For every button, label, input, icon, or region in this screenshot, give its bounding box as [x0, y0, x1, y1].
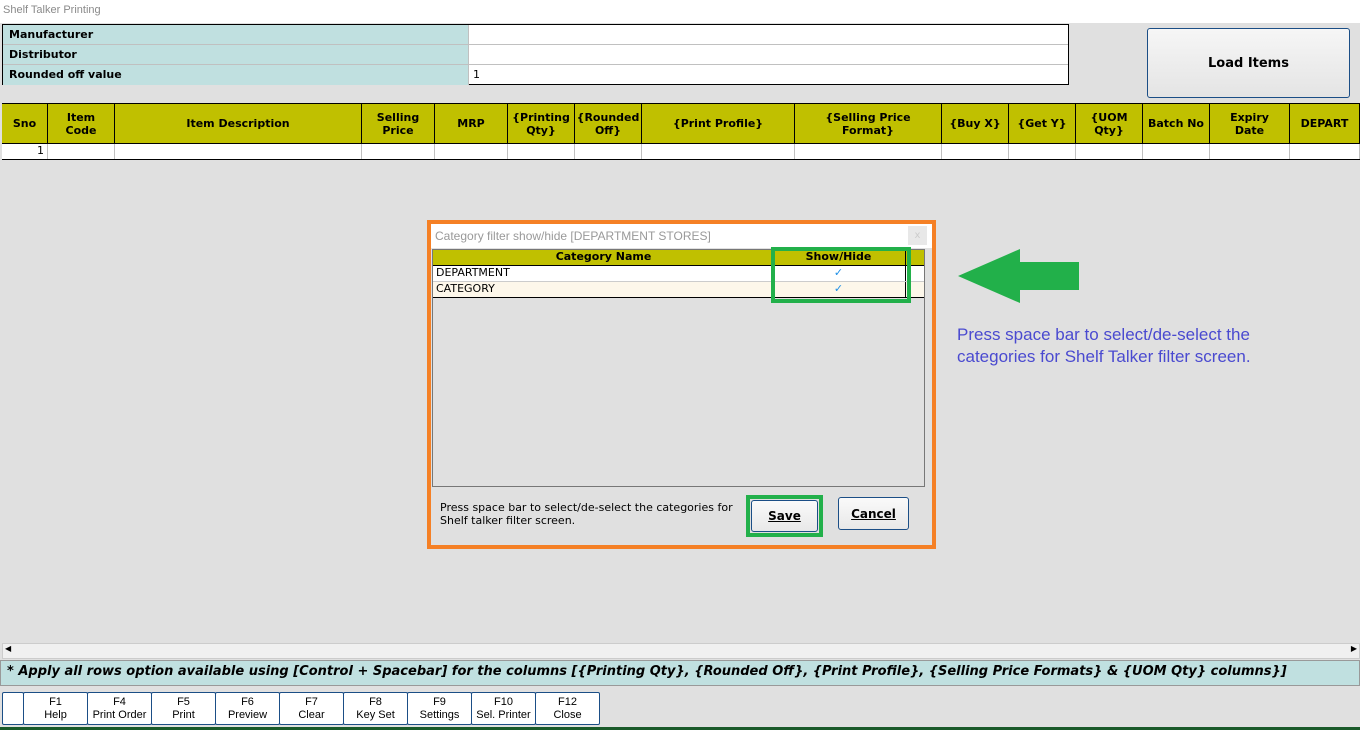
grid-cell[interactable]	[435, 144, 508, 159]
grid-cell[interactable]	[795, 144, 942, 159]
grid-cell[interactable]	[115, 144, 362, 159]
fkey-key: F5	[177, 696, 190, 708]
apply-all-note: * Apply all rows option available using …	[0, 660, 1360, 686]
fkey-f8-button[interactable]: F8 Key Set	[343, 692, 408, 725]
column-header[interactable]: {Get Y}	[1009, 104, 1076, 143]
fkey-label: Preview	[227, 709, 268, 721]
fkey-label: Key Set	[356, 709, 395, 721]
column-header[interactable]: {UOM Qty}	[1076, 104, 1143, 143]
grid-cell[interactable]	[362, 144, 435, 159]
grid-cell[interactable]	[1076, 144, 1143, 159]
function-key-bar: F1 Help F4 Print Order F5 Print F6 Preview F7 Cle…	[2, 692, 600, 725]
grid-cell[interactable]	[1009, 144, 1076, 159]
distributor-field[interactable]	[469, 45, 1068, 64]
column-header[interactable]: {Rounded Off}	[575, 104, 642, 143]
form-row-distributor: Distributor	[3, 45, 1068, 65]
fkey-f6-button[interactable]: F6 Preview	[215, 692, 280, 725]
filter-form: Manufacturer Distributor Rounded off val…	[2, 24, 1069, 85]
window-title: Shelf Talker Printing	[0, 0, 1360, 23]
scroll-right-icon[interactable]: ▶	[1351, 644, 1357, 653]
form-row-manufacturer: Manufacturer	[3, 25, 1068, 45]
grid-cell[interactable]	[642, 144, 795, 159]
column-header[interactable]: Selling Price	[362, 104, 435, 143]
category-filter-dialog: Category filter show/hide [DEPARTMENT ST…	[427, 220, 936, 549]
fkey-f4-button[interactable]: F4 Print Order	[87, 692, 152, 725]
close-icon[interactable]: x	[908, 226, 927, 245]
manufacturer-field[interactable]	[469, 25, 1068, 44]
fkey-key: F9	[433, 696, 446, 708]
grid-cell[interactable]	[942, 144, 1009, 159]
fkey-label: Print	[172, 709, 195, 721]
column-header[interactable]: DEPART	[1290, 104, 1360, 143]
form-row-rounded: Rounded off value 1	[3, 65, 1068, 85]
save-button[interactable]: Save	[751, 500, 818, 532]
rounded-off-field[interactable]: 1	[469, 65, 1068, 85]
cancel-button[interactable]: Cancel	[838, 497, 909, 530]
grid-cell[interactable]	[48, 144, 115, 159]
grid-cell[interactable]: 1	[2, 144, 48, 159]
arrow-left-icon	[958, 249, 1079, 303]
column-header[interactable]: Sno	[2, 104, 48, 143]
column-header[interactable]: {Selling Price Format}	[795, 104, 942, 143]
fkey-label: Help	[44, 709, 67, 721]
fkey-f5-button[interactable]: F5 Print	[151, 692, 216, 725]
column-header[interactable]: Batch No	[1143, 104, 1210, 143]
fkey-key: F6	[241, 696, 254, 708]
category-name: DEPARTMENT	[436, 266, 510, 279]
distributor-label: Distributor	[3, 45, 469, 64]
column-header[interactable]: {Printing Qty}	[508, 104, 575, 143]
fkey-key: F7	[305, 696, 318, 708]
fkey-f10-button[interactable]: F10 Sel. Printer	[471, 692, 536, 725]
column-header[interactable]: Expiry Date	[1210, 104, 1290, 143]
fkey-label: Clear	[298, 709, 325, 721]
column-header[interactable]: MRP	[435, 104, 508, 143]
fkey-key: F4	[113, 696, 126, 708]
items-grid: Sno Item Code Item Description Selling Pric…	[2, 103, 1360, 160]
fkey-key: F12	[558, 696, 577, 708]
fkey-label: Sel. Printer	[476, 709, 531, 721]
category-name: CATEGORY	[436, 282, 495, 295]
fkey-blank	[2, 692, 24, 725]
category-name-header: Category Name	[433, 250, 772, 265]
column-header[interactable]: {Buy X}	[942, 104, 1009, 143]
fkey-label: Print Order	[92, 709, 147, 721]
instruction-annotation: Press space bar to select/de-select the …	[957, 325, 1251, 366]
grid-cell[interactable]	[508, 144, 575, 159]
fkey-label: Close	[553, 709, 582, 721]
fkey-label: Settings	[419, 709, 460, 721]
grid-cell[interactable]	[1210, 144, 1290, 159]
fkey-f7-button[interactable]: F7 Clear	[279, 692, 344, 725]
manufacturer-label: Manufacturer	[3, 25, 469, 44]
column-header[interactable]: Item Description	[115, 104, 362, 143]
grid-cell[interactable]	[575, 144, 642, 159]
rounded-off-label: Rounded off value	[3, 65, 469, 85]
fkey-f9-button[interactable]: F9 Settings	[407, 692, 472, 725]
dialog-hint: Press space bar to select/de-select the …	[440, 501, 733, 527]
grid-cell[interactable]	[1143, 144, 1210, 159]
load-items-button[interactable]: Load Items	[1147, 28, 1350, 98]
show-hide-highlight	[771, 247, 911, 303]
fkey-f1-button[interactable]: F1 Help	[23, 692, 88, 725]
scroll-left-icon[interactable]: ◀	[5, 644, 11, 653]
fkey-key: F8	[369, 696, 382, 708]
fkey-f12-button[interactable]: F12 Close	[535, 692, 600, 725]
dialog-title: Category filter show/hide [DEPARTMENT ST…	[431, 224, 932, 248]
fkey-key: F1	[49, 696, 62, 708]
grid-cell[interactable]	[1290, 144, 1360, 159]
horizontal-scrollbar[interactable]: ◀ ▶	[2, 643, 1360, 659]
column-header[interactable]: {Print Profile}	[642, 104, 795, 143]
fkey-key: F10	[494, 696, 513, 708]
column-header[interactable]: Item Code	[48, 104, 115, 143]
